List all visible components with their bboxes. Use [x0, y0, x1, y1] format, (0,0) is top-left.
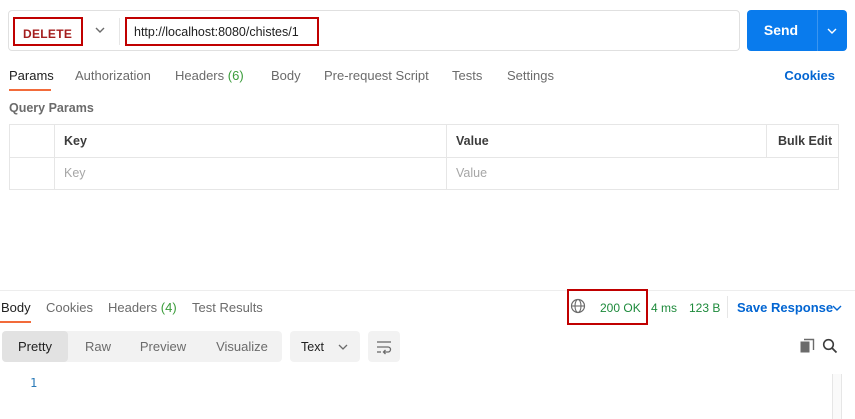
row-separator — [10, 157, 838, 158]
response-headers-count: (4) — [160, 300, 177, 315]
tab-headers-label: Headers — [175, 68, 225, 83]
response-divider — [0, 290, 855, 291]
save-response-button[interactable]: Save Response — [737, 300, 833, 315]
headers-count: (6) — [227, 68, 244, 83]
view-visualize[interactable]: Visualize — [202, 331, 282, 362]
method-label[interactable]: DELETE — [23, 27, 72, 41]
response-tab-cookies[interactable]: Cookies — [46, 300, 93, 315]
response-tab-body[interactable]: Body — [1, 300, 31, 315]
view-preview[interactable]: Preview — [128, 331, 198, 362]
meta-divider — [727, 296, 728, 318]
method-divider — [119, 18, 120, 45]
view-mode-group: Pretty Raw Preview Visualize — [2, 331, 282, 362]
format-select[interactable]: Text — [290, 331, 360, 362]
url-bar: DELETE http://localhost:8080/chistes/1 — [8, 10, 740, 51]
view-pretty[interactable]: Pretty — [2, 331, 68, 362]
query-params-title: Query Params — [9, 101, 94, 115]
query-params-table: Key Value Bulk Edit Key Value — [9, 124, 839, 190]
tab-body[interactable]: Body — [271, 68, 301, 83]
search-icon[interactable] — [822, 338, 838, 354]
send-label[interactable]: Send — [747, 10, 815, 51]
col-separator — [766, 125, 767, 157]
tab-settings[interactable]: Settings — [507, 68, 554, 83]
tab-params[interactable]: Params — [9, 68, 54, 83]
response-time[interactable]: 4 ms — [651, 301, 677, 315]
active-tab-indicator — [9, 89, 51, 91]
tab-tests[interactable]: Tests — [452, 68, 482, 83]
send-button[interactable]: Send — [747, 10, 847, 51]
url-input[interactable]: http://localhost:8080/chistes/1 — [125, 17, 319, 46]
response-tab-headers[interactable]: Headers (4) — [108, 300, 177, 315]
response-tab-headers-label: Headers — [108, 300, 158, 315]
chevron-down-icon[interactable] — [92, 22, 108, 38]
scrollbar[interactable] — [832, 374, 842, 419]
method-highlight[interactable]: DELETE — [13, 17, 83, 46]
response-size[interactable]: 123 B — [689, 301, 720, 315]
wrap-lines-icon — [377, 341, 392, 355]
url-text[interactable]: http://localhost:8080/chistes/1 — [134, 25, 299, 39]
globe-icon[interactable] — [570, 298, 586, 314]
bulk-edit-button[interactable]: Bulk Edit — [778, 134, 832, 148]
status-code[interactable]: 200 OK — [600, 301, 641, 315]
send-divider — [817, 10, 818, 51]
active-response-tab-indicator — [0, 321, 31, 323]
wrap-lines-button[interactable] — [368, 331, 400, 362]
chevron-down-icon[interactable] — [824, 23, 840, 39]
tab-headers[interactable]: Headers (6) — [175, 68, 244, 83]
col-separator — [446, 125, 447, 189]
column-header-value: Value — [456, 134, 489, 148]
tab-authorization[interactable]: Authorization — [75, 68, 151, 83]
chevron-down-icon — [338, 344, 348, 350]
response-tab-test-results[interactable]: Test Results — [192, 300, 263, 315]
column-header-key: Key — [64, 134, 87, 148]
copy-icon[interactable] — [799, 338, 815, 354]
line-number: 1 — [30, 376, 38, 390]
value-input[interactable]: Value — [456, 166, 487, 180]
key-input[interactable]: Key — [64, 166, 86, 180]
col-separator — [54, 125, 55, 189]
request-tabs: Params Authorization Headers (6) Body Pr… — [0, 60, 855, 92]
tab-pre-request-script[interactable]: Pre-request Script — [324, 68, 429, 83]
cookies-link[interactable]: Cookies — [784, 68, 835, 83]
chevron-down-icon[interactable] — [830, 301, 844, 315]
format-label: Text — [301, 340, 324, 354]
view-raw[interactable]: Raw — [68, 331, 128, 362]
